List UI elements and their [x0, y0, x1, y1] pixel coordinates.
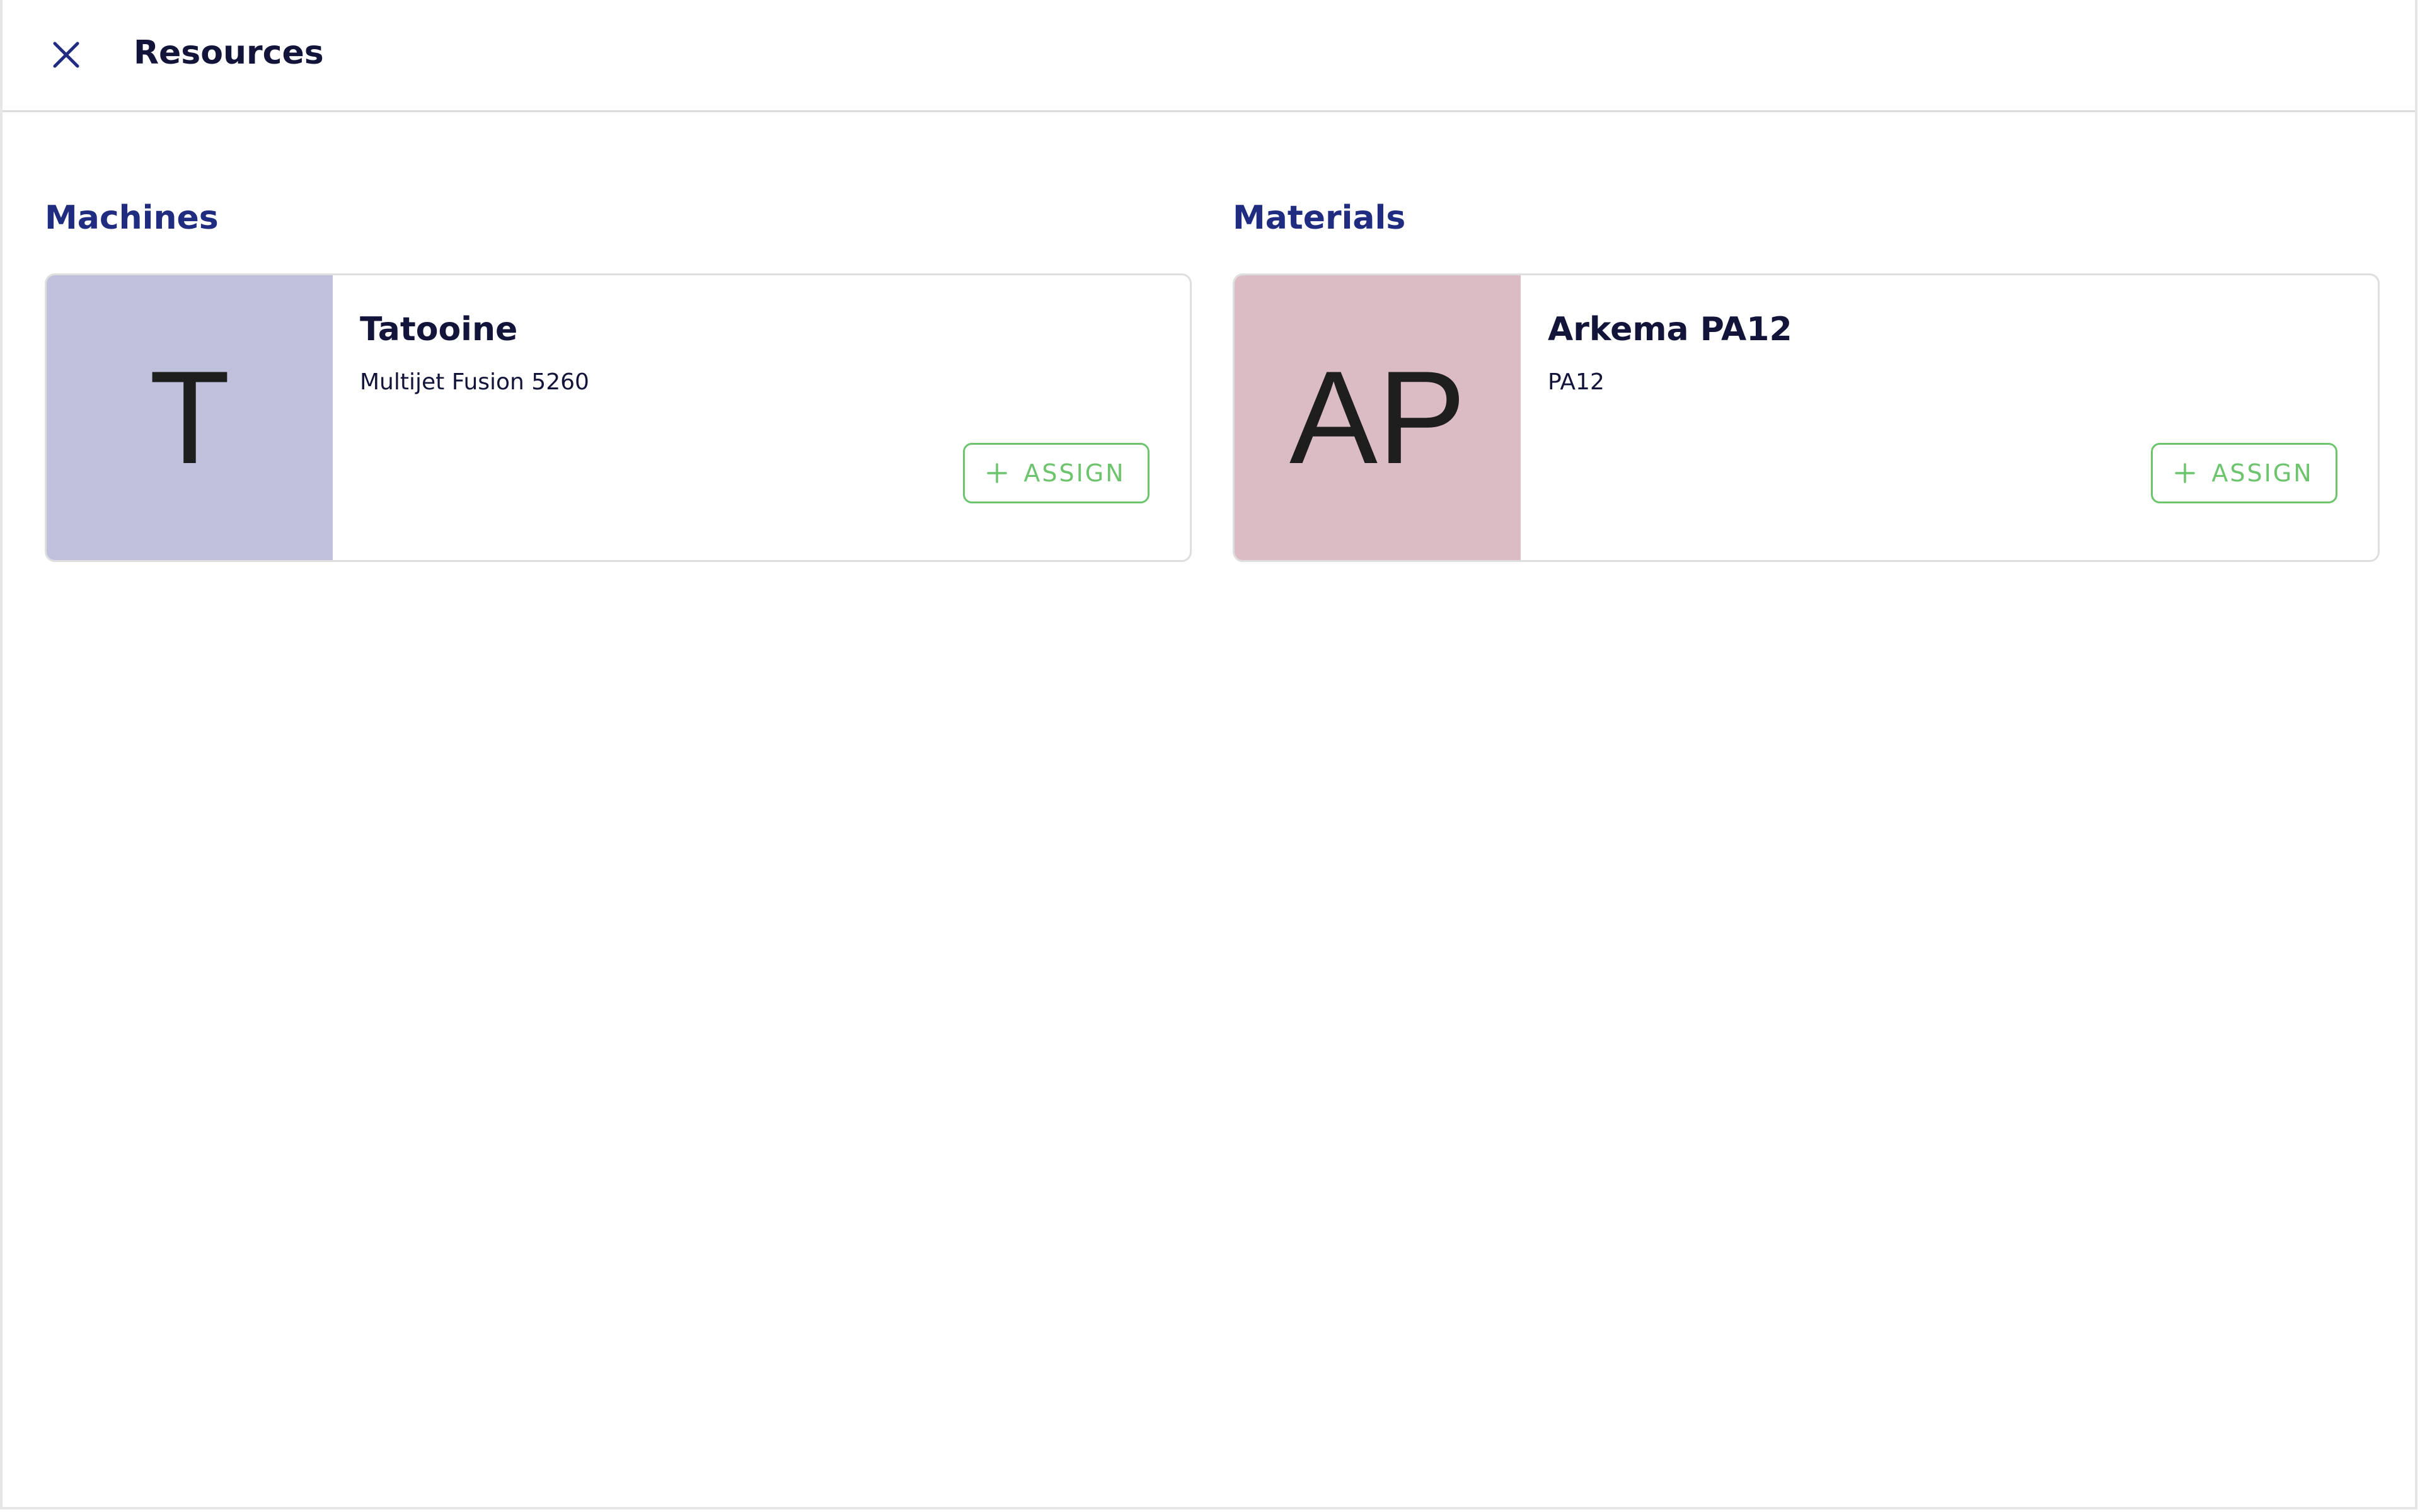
machines-section: Machines T Tatooine Multijet Fusion 5260…	[45, 202, 1192, 562]
material-type: PA12	[1548, 369, 1605, 395]
materials-section: Materials AP Arkema PA12 PA12 ASSIGN	[1233, 202, 2380, 562]
machine-card: T Tatooine Multijet Fusion 5260 ASSIGN	[45, 273, 1192, 562]
close-icon	[53, 42, 79, 68]
materials-section-title: Materials	[1233, 199, 1406, 237]
assign-material-button[interactable]: ASSIGN	[2151, 443, 2337, 503]
machines-section-title: Machines	[45, 199, 219, 237]
close-button[interactable]	[47, 35, 86, 74]
resources-panel: Resources Machines T Tatooine Multijet F…	[0, 0, 2417, 1509]
material-name: Arkema PA12	[1548, 311, 1792, 348]
material-card: AP Arkema PA12 PA12 ASSIGN	[1233, 273, 2380, 562]
plus-icon	[2175, 463, 2196, 483]
machine-model: Multijet Fusion 5260	[360, 369, 589, 395]
plus-icon	[987, 463, 1008, 483]
assign-button-label: ASSIGN	[2211, 459, 2313, 487]
material-avatar: AP	[1235, 275, 1521, 560]
panel-header: Resources	[3, 0, 2415, 112]
assign-machine-button[interactable]: ASSIGN	[963, 443, 1150, 503]
page-title: Resources	[134, 34, 324, 72]
machine-name: Tatooine	[360, 311, 518, 348]
machine-avatar: T	[47, 275, 333, 560]
assign-button-label: ASSIGN	[1023, 459, 1126, 487]
